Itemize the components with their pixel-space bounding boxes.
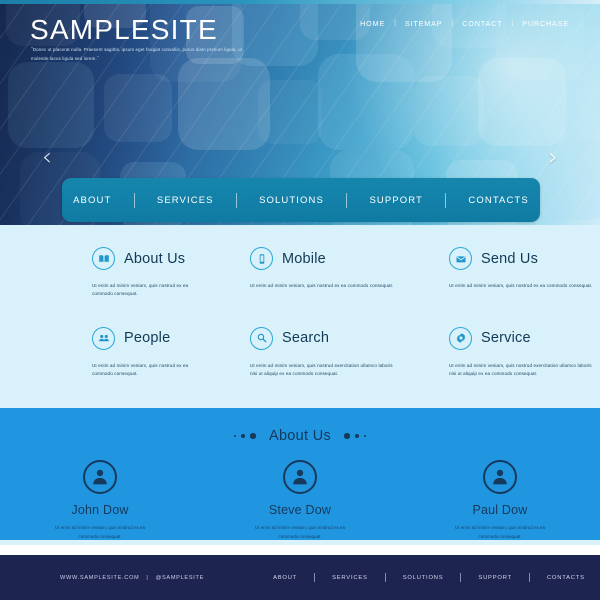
decorative-square <box>178 58 270 150</box>
site-logo[interactable]: SAMPLESITE <box>30 14 218 46</box>
main-nav-item-services[interactable]: SERVICES <box>157 195 214 206</box>
website-template-page: SAMPLESITE “Donec ut placerat nulla. Pra… <box>0 0 600 600</box>
user-avatar-icon <box>483 460 517 494</box>
features-row-2: People Ut enim ad minim veniam, quis nos… <box>0 326 600 379</box>
feature-header: Mobile <box>206 247 400 270</box>
feature-card-about-us[interactable]: About Us Ut enim ad minim veniam, quis n… <box>0 247 200 299</box>
feature-body: Ut enim ad minim veniam, quis nostrud ex… <box>449 283 593 288</box>
footer-navigation: ABOUT SERVICES SOLUTIONS SUPPORT CONTACT… <box>256 573 600 582</box>
top-navigation: HOME | SITEMAP | CONTACT | PURCHASE <box>351 19 578 28</box>
feature-body: Ut enim ad minim veniam, quis nostrud ex… <box>92 362 189 377</box>
features-section: About Us Ut enim ad minim veniam, quis n… <box>0 225 600 408</box>
main-nav-separator <box>346 192 348 208</box>
footer-nav-item-contacts[interactable]: CONTACTS <box>530 575 600 581</box>
feature-card-service[interactable]: Service Ut enim ad minim veniam, quis no… <box>400 326 600 379</box>
footer-nav-item-support[interactable]: SUPPORT <box>461 575 529 581</box>
footer-nav-item-solutions[interactable]: SOLUTIONS <box>386 575 461 581</box>
team-member-card[interactable]: John Dow Ut enim ad minim veniam, quis n… <box>0 460 200 541</box>
decorative-square <box>104 74 172 142</box>
feature-title: About Us <box>124 250 186 267</box>
main-nav-separator <box>133 192 135 208</box>
decorative-dots-left <box>233 433 256 439</box>
feature-title: People <box>124 330 171 347</box>
main-navigation: ABOUT SERVICES SOLUTIONS SUPPORT CONTACT… <box>62 178 540 222</box>
footer-identity: WWW.SAMPLESITE.COM | @SAMPLESITE <box>0 575 204 581</box>
feature-header: People <box>6 326 200 350</box>
user-avatar-icon <box>283 460 317 494</box>
hero-tagline-text: Donec ut placerat nulla. Praesent sagitt… <box>31 47 243 61</box>
footer-nav-item-services[interactable]: SERVICES <box>315 575 385 581</box>
decorative-square <box>258 80 322 144</box>
top-nav-item-home[interactable]: HOME <box>351 19 394 28</box>
envelope-icon <box>449 247 472 270</box>
team-member-card[interactable]: Steve Dow Ut enim ad minim veniam, quis … <box>200 460 400 541</box>
features-row-1: About Us Ut enim ad minim veniam, quis n… <box>0 247 600 299</box>
team-member-name: John Dow <box>71 503 129 517</box>
footer-bar: WWW.SAMPLESITE.COM | @SAMPLESITE ABOUT S… <box>0 555 600 600</box>
feature-title: Search <box>282 330 330 347</box>
team-section-title: About Us <box>268 428 332 444</box>
team-member-bio: Ut enim ad minim veniam, quis nostrud ex… <box>454 525 546 539</box>
feature-card-send-us[interactable]: Send Us Ut enim ad minim veniam, quis no… <box>400 247 600 299</box>
slider-prev-arrow-icon[interactable]: ‹ <box>34 142 60 172</box>
decorative-square <box>478 58 566 146</box>
feature-body: Ut enim ad minim veniam, quis nostrud ex… <box>250 362 393 377</box>
hero-top-accent-bar <box>0 0 600 4</box>
quote-close-mark: ” <box>96 55 99 62</box>
book-icon <box>92 247 115 270</box>
team-member-name: Steve Dow <box>268 503 332 517</box>
team-member-name: Paul Dow <box>472 503 528 517</box>
feature-body: Ut enim ad minim veniam, quis nostrud ex… <box>449 362 592 377</box>
feature-body: Ut enim ad minim veniam, quis nostrud ex… <box>250 283 394 288</box>
decorative-square <box>414 76 484 146</box>
footer-website-link[interactable]: WWW.SAMPLESITE.COM <box>60 575 139 581</box>
team-members-list: John Dow Ut enim ad minim veniam, quis n… <box>0 460 600 541</box>
feature-header: Search <box>206 326 400 350</box>
feature-title: Send Us <box>481 250 539 267</box>
team-section: About Us John Dow Ut enim ad minim venia… <box>0 408 600 545</box>
top-nav-item-purchase[interactable]: PURCHASE <box>513 19 578 28</box>
feature-title: Service <box>481 330 531 347</box>
footer-social-handle[interactable]: @SAMPLESITE <box>156 575 205 581</box>
hero-tagline: “Donec ut placerat nulla. Praesent sagit… <box>31 46 246 64</box>
magnifier-icon <box>250 326 273 350</box>
decorative-dot <box>354 434 359 438</box>
decorative-square <box>8 62 94 148</box>
footer-section: WWW.SAMPLESITE.COM | @SAMPLESITE ABOUT S… <box>0 545 600 600</box>
top-nav-item-contact[interactable]: CONTACT <box>453 19 511 28</box>
feature-title: Mobile <box>282 250 326 267</box>
main-nav-item-about[interactable]: ABOUT <box>73 195 111 206</box>
decorative-dot <box>363 434 367 438</box>
top-nav-item-sitemap[interactable]: SITEMAP <box>396 19 452 28</box>
team-member-bio: Ut enim ad minim veniam, quis nostrud ex… <box>254 525 346 539</box>
team-member-bio: Ut enim ad minim veniam, quis nostrud ex… <box>54 525 146 539</box>
feature-header: About Us <box>6 247 200 270</box>
team-member-card[interactable]: Paul Dow Ut enim ad minim veniam, quis n… <box>400 460 600 541</box>
feature-card-people[interactable]: People Ut enim ad minim veniam, quis nos… <box>0 326 200 379</box>
mobile-phone-icon <box>250 247 273 270</box>
decorative-dot <box>241 434 246 438</box>
team-section-header: About Us <box>0 408 600 444</box>
feature-card-mobile[interactable]: Mobile Ut enim ad minim veniam, quis nos… <box>200 247 400 299</box>
feature-card-search[interactable]: Search Ut enim ad minim veniam, quis nos… <box>200 326 400 379</box>
footer-nav-item-about[interactable]: ABOUT <box>256 575 314 581</box>
main-nav-item-support[interactable]: SUPPORT <box>369 195 422 206</box>
feature-header: Service <box>406 326 600 350</box>
feature-header: Send Us <box>406 247 600 270</box>
decorative-dot <box>250 433 256 439</box>
main-nav-separator <box>445 192 447 208</box>
user-avatar-icon <box>83 460 117 494</box>
main-nav-separator <box>235 192 237 208</box>
decorative-dot <box>344 433 350 439</box>
main-nav-item-solutions[interactable]: SOLUTIONS <box>259 195 324 206</box>
slider-next-arrow-icon[interactable]: › <box>540 142 566 172</box>
feature-body: Ut enim ad minim veniam, quis nostrud ex… <box>92 283 189 297</box>
decorative-dots-right <box>344 433 367 439</box>
gear-icon <box>449 326 472 350</box>
people-group-icon <box>92 326 115 350</box>
main-nav-item-contacts[interactable]: CONTACTS <box>468 195 528 206</box>
decorative-dot <box>233 434 237 438</box>
footer-separator: | <box>146 574 149 581</box>
decorative-square <box>318 54 414 150</box>
